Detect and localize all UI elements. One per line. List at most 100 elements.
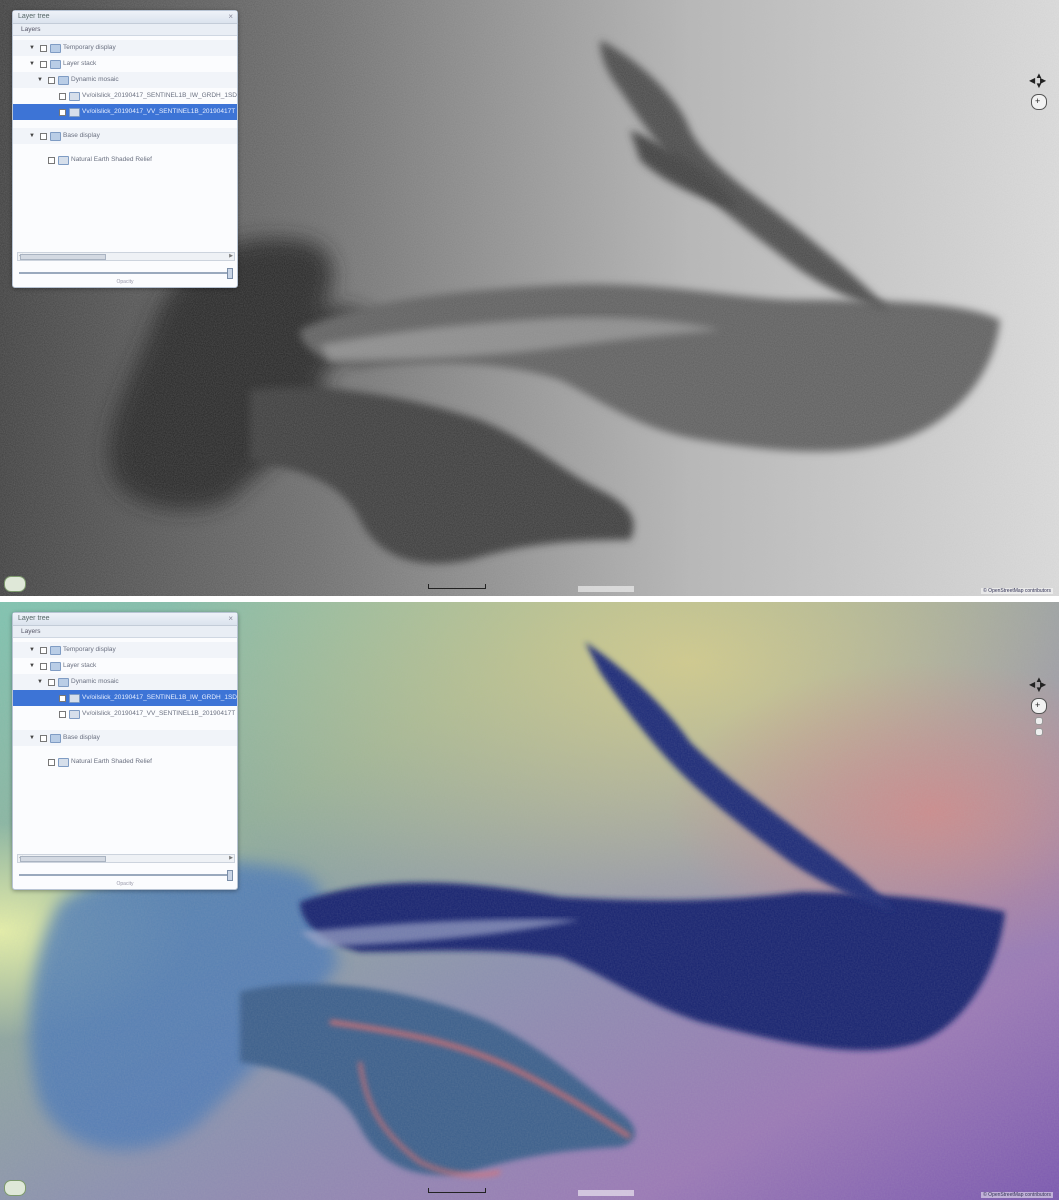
opacity-label: Opacity xyxy=(116,881,134,887)
collapse-arrow-icon[interactable]: ▼ xyxy=(29,40,35,56)
raster-layer-icon xyxy=(69,92,80,101)
mouse-position xyxy=(578,1190,634,1196)
scroll-right-icon[interactable]: ▶ xyxy=(229,253,233,259)
scale-bar xyxy=(428,1188,486,1193)
map-navigation: ▲ ◀ ▶ ▼ + xyxy=(1029,676,1049,736)
raster-layer-icon xyxy=(58,758,69,767)
layer-checkbox[interactable] xyxy=(40,735,47,742)
opacity-slider-knob[interactable] xyxy=(227,870,233,881)
layer-checkbox[interactable] xyxy=(48,759,55,766)
layer-panel-title: Layer tree × xyxy=(13,11,237,24)
layer-panel-title-text: Layer tree xyxy=(18,13,50,20)
folder-icon xyxy=(50,60,61,69)
collapse-arrow-icon[interactable]: ▼ xyxy=(29,658,35,674)
raster-layer-icon xyxy=(69,108,80,117)
tab-layers[interactable]: Layers xyxy=(13,626,237,638)
raster-layer-icon xyxy=(58,156,69,165)
layer-checkbox[interactable] xyxy=(59,93,66,100)
zoom-level-dot-icon[interactable] xyxy=(1035,717,1043,725)
collapse-arrow-icon[interactable]: ▼ xyxy=(29,730,35,746)
layer-row-sentinel1b-grdh[interactable]: Vv/oilslick_20190417_SENTINEL1B_IW_GRDH_… xyxy=(13,690,237,706)
layer-row-temporary-display[interactable]: ▼ Temporary display xyxy=(13,40,237,56)
layer-checkbox[interactable] xyxy=(40,133,47,140)
map-navigation: ▲ ◀ ▶ ▼ + xyxy=(1029,72,1049,110)
layer-checkbox[interactable] xyxy=(59,695,66,702)
folder-icon xyxy=(50,662,61,671)
map-attribution[interactable]: © OpenStreetMap contributors xyxy=(981,1192,1053,1198)
layer-checkbox[interactable] xyxy=(40,61,47,68)
layer-row-temporary-display[interactable]: ▼ Temporary display xyxy=(13,642,237,658)
layer-checkbox[interactable] xyxy=(59,109,66,116)
layer-row-sentinel1b-vv[interactable]: Vv/oilslick_20190417_VV_SENTINEL1B_20190… xyxy=(13,706,237,722)
map-logo-icon xyxy=(4,1180,26,1196)
folder-icon xyxy=(50,132,61,141)
map-attribution[interactable]: © OpenStreetMap contributors xyxy=(981,588,1053,594)
raster-layer-icon xyxy=(69,710,80,719)
layer-row-dynamic-mosaic[interactable]: ▼ Dynamic mosaic xyxy=(13,674,237,690)
layer-panel-title: Layer tree × xyxy=(13,613,237,626)
layer-panel-title-text: Layer tree xyxy=(18,615,50,622)
layer-label: Temporary display xyxy=(63,646,116,653)
horizontal-scrollbar[interactable]: ◀ ▶ xyxy=(17,854,235,863)
collapse-arrow-icon[interactable]: ▼ xyxy=(37,674,43,690)
folder-icon xyxy=(50,44,61,53)
layer-row-layer-stack[interactable]: ▼ Layer stack xyxy=(13,56,237,72)
scale-bar xyxy=(428,584,486,589)
layer-label: Temporary display xyxy=(63,44,116,51)
layer-tree-panel: Layer tree × Layers ▼ Temporary display … xyxy=(12,10,238,288)
folder-icon xyxy=(58,76,69,85)
layer-row-dynamic-mosaic[interactable]: ▼ Dynamic mosaic xyxy=(13,72,237,88)
layer-label: Layer stack xyxy=(63,60,97,67)
folder-icon xyxy=(50,734,61,743)
layer-row-natural-earth[interactable]: Natural Earth Shaded Relief xyxy=(13,754,237,770)
folder-icon xyxy=(58,678,69,687)
layer-label: Base display xyxy=(63,734,100,741)
layer-checkbox[interactable] xyxy=(40,45,47,52)
layer-label: Natural Earth Shaded Relief xyxy=(71,758,152,765)
mouse-position xyxy=(578,586,634,592)
layer-checkbox[interactable] xyxy=(48,157,55,164)
layer-checkbox[interactable] xyxy=(48,679,55,686)
pan-control-icon[interactable]: ▲ ◀ ▶ ▼ xyxy=(1029,676,1047,694)
collapse-arrow-icon[interactable]: ▼ xyxy=(29,642,35,658)
tab-layers[interactable]: Layers xyxy=(13,24,237,36)
layer-row-base-display[interactable]: ▼ Base display xyxy=(13,128,237,144)
raster-layer-icon xyxy=(69,694,80,703)
layer-row-base-display[interactable]: ▼ Base display xyxy=(13,730,237,746)
folder-icon xyxy=(50,646,61,655)
layer-row-natural-earth[interactable]: Natural Earth Shaded Relief xyxy=(13,152,237,168)
layer-row-layer-stack[interactable]: ▼ Layer stack xyxy=(13,658,237,674)
layer-row-sentinel1b-grdh[interactable]: Vv/oilslick_20190417_SENTINEL1B_IW_GRDH_… xyxy=(13,88,237,104)
scroll-right-icon[interactable]: ▶ xyxy=(229,855,233,861)
scrollbar-thumb[interactable] xyxy=(20,254,106,260)
layer-label: Layer stack xyxy=(63,662,97,669)
opacity-slider[interactable] xyxy=(19,870,233,881)
collapse-arrow-icon[interactable]: ▼ xyxy=(29,56,35,72)
layer-tree-panel: Layer tree × Layers ▼ Temporary display … xyxy=(12,612,238,890)
zoom-level-dot-icon[interactable] xyxy=(1035,728,1043,736)
opacity-slider[interactable] xyxy=(19,268,233,279)
layer-tree: ▼ Temporary display ▼ Layer stack ▼ Dyna… xyxy=(13,638,237,770)
close-icon[interactable]: × xyxy=(228,613,233,625)
layer-tree: ▼ Temporary display ▼ Layer stack ▼ Dyna… xyxy=(13,36,237,168)
layer-label: Vv/oilslick_20190417_VV_SENTINEL1B_20190… xyxy=(82,108,236,115)
layer-label: Base display xyxy=(63,132,100,139)
layer-checkbox[interactable] xyxy=(59,711,66,718)
map-logo-icon xyxy=(4,576,26,592)
layer-row-sentinel1b-vv[interactable]: Vv/oilslick_20190417_VV_SENTINEL1B_20190… xyxy=(13,104,237,120)
horizontal-scrollbar[interactable]: ◀ ▶ xyxy=(17,252,235,261)
collapse-arrow-icon[interactable]: ▼ xyxy=(29,128,35,144)
opacity-label: Opacity xyxy=(116,279,134,285)
false-color-map[interactable]: Layer tree × Layers ▼ Temporary display … xyxy=(0,602,1059,1200)
opacity-slider-knob[interactable] xyxy=(227,268,233,279)
pan-control-icon[interactable]: ▲ ◀ ▶ ▼ xyxy=(1029,72,1047,90)
layer-checkbox[interactable] xyxy=(40,647,47,654)
zoom-control-icon[interactable]: + xyxy=(1031,698,1047,714)
close-icon[interactable]: × xyxy=(228,11,233,23)
layer-checkbox[interactable] xyxy=(40,663,47,670)
sar-grayscale-map[interactable]: Layer tree × Layers ▼ Temporary display … xyxy=(0,0,1059,596)
layer-checkbox[interactable] xyxy=(48,77,55,84)
zoom-control-icon[interactable]: + xyxy=(1031,94,1047,110)
collapse-arrow-icon[interactable]: ▼ xyxy=(37,72,43,88)
scrollbar-thumb[interactable] xyxy=(20,856,106,862)
